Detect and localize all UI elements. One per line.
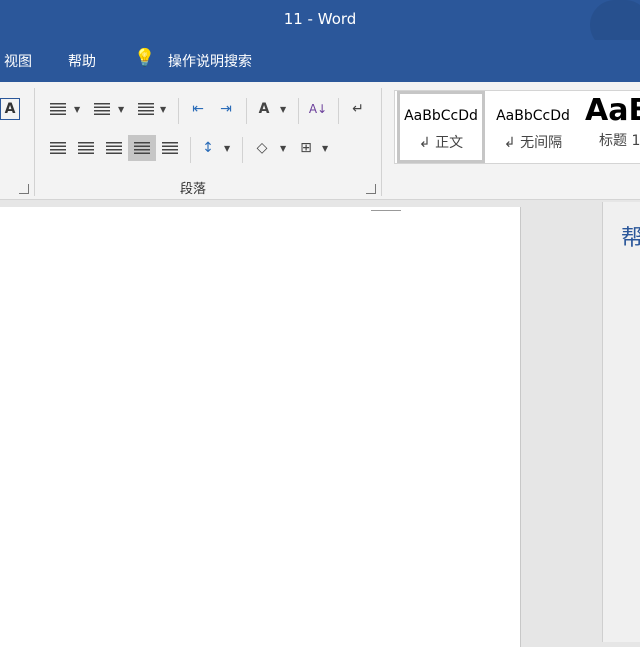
chevron-down-icon[interactable]: ▼ [160, 105, 166, 114]
chevron-down-icon[interactable]: ▼ [74, 105, 80, 114]
chevron-down-icon[interactable]: ▼ [118, 105, 124, 114]
multilevel-list-icon[interactable] [134, 98, 158, 120]
tab-help[interactable]: 帮助 [68, 51, 96, 71]
shading-icon[interactable]: ◇ [250, 137, 274, 159]
divider [34, 88, 35, 196]
tell-me-search[interactable]: 操作说明搜索 [168, 51, 252, 71]
chevron-down-icon[interactable]: ▼ [322, 144, 328, 153]
align-center-icon[interactable] [74, 137, 98, 159]
align-left-icon[interactable] [46, 137, 70, 159]
style-normal[interactable]: AaBbCcDd ↲ 正文 [397, 91, 485, 163]
divider [338, 98, 339, 124]
help-pane: 帮 [602, 202, 640, 642]
line-spacing-icon[interactable]: ↕ [196, 137, 220, 159]
paragraph-dialog-launcher[interactable] [366, 184, 376, 194]
divider [298, 98, 299, 124]
lightbulb-icon[interactable]: 💡 [134, 48, 155, 68]
numbering-icon[interactable] [90, 98, 114, 120]
title-bar: 11 - Word [0, 0, 640, 50]
chevron-down-icon[interactable]: ▼ [280, 144, 286, 153]
margin-marker [371, 210, 401, 211]
divider [190, 137, 191, 163]
font-dialog-launcher[interactable] [19, 184, 29, 194]
divider [381, 88, 382, 196]
style-name: ↲ 无间隔 [503, 135, 563, 151]
decrease-indent-icon[interactable]: ⇤ [186, 98, 210, 120]
style-name: 标题 1 [599, 133, 640, 149]
sort-icon[interactable]: A↓ [306, 98, 330, 120]
paragraph-group-label: 段落 [180, 182, 207, 197]
chevron-down-icon[interactable]: ▼ [224, 144, 230, 153]
asian-layout-icon[interactable]: A [252, 98, 276, 120]
style-preview: AaBl [585, 93, 640, 128]
style-heading-1[interactable]: AaBl 标题 1 [585, 91, 640, 163]
text-effects-icon[interactable]: A [0, 98, 20, 120]
borders-icon[interactable]: ⊞ [294, 137, 318, 159]
style-preview: AaBbCcDd [404, 108, 478, 124]
show-formatting-icon[interactable]: ↵ [346, 98, 370, 120]
document-page[interactable] [0, 207, 521, 647]
styles-gallery: AaBbCcDd ↲ 正文 AaBbCcDd ↲ 无间隔 AaBl 标题 1 [394, 90, 640, 164]
ribbon-tabs: 视图 帮助 💡 操作说明搜索 [0, 40, 640, 82]
align-right-icon[interactable] [102, 137, 126, 159]
increase-indent-icon[interactable]: ⇥ [214, 98, 238, 120]
ribbon: A ▼ ▼ ▼ ⇤ ⇥ A ▼ A↓ ↵ ↕ ▼ ◇ ▼ ⊞ ▼ 段落 AaBbCcDd… [0, 82, 640, 200]
bullets-icon[interactable] [46, 98, 70, 120]
divider [178, 98, 179, 124]
style-preview: AaBbCcDd [496, 108, 570, 124]
divider [242, 137, 243, 163]
window-title: 11 - Word [283, 10, 357, 28]
style-no-spacing[interactable]: AaBbCcDd ↲ 无间隔 [489, 91, 577, 163]
help-pane-title: 帮 [621, 226, 640, 251]
justify-icon[interactable] [128, 135, 156, 161]
distributed-icon[interactable] [158, 137, 182, 159]
style-name: ↲ 正文 [418, 135, 464, 151]
divider [246, 98, 247, 124]
chevron-down-icon[interactable]: ▼ [280, 105, 286, 114]
tab-view[interactable]: 视图 [4, 51, 32, 71]
